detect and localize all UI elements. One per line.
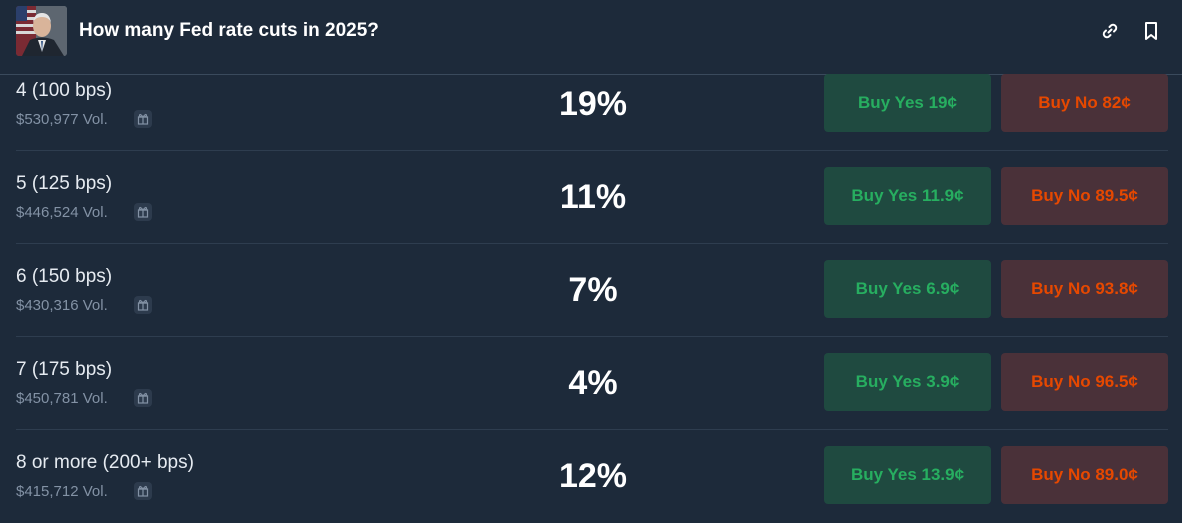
gift-icon[interactable] — [134, 482, 152, 500]
outcome-label: 7 (175 bps) — [16, 359, 113, 380]
buy-no-button[interactable]: Buy No 89.5¢ — [1001, 167, 1168, 225]
buy-yes-button[interactable]: Buy Yes 13.9¢ — [824, 446, 991, 504]
volume-text: $446,524 Vol. — [16, 204, 108, 221]
buy-yes-button[interactable]: Buy Yes 3.9¢ — [824, 353, 991, 411]
volume-text: $450,781 Vol. — [16, 390, 108, 407]
outcome-row: 4 (100 bps) $530,977 Vol. 19% Buy Yes 19… — [16, 58, 1168, 151]
link-icon[interactable] — [1099, 20, 1121, 42]
buy-no-button[interactable]: Buy No 82¢ — [1001, 74, 1168, 132]
probability-percent: 19% — [558, 85, 628, 123]
outcome-row: 5 (125 bps) $446,524 Vol. 11% Buy Yes 11… — [16, 151, 1168, 244]
gift-icon[interactable] — [134, 110, 152, 128]
volume-text: $415,712 Vol. — [16, 483, 108, 500]
buy-yes-button[interactable]: Buy Yes 11.9¢ — [824, 167, 991, 225]
outcome-label: 6 (150 bps) — [16, 266, 113, 287]
outcome-label: 4 (100 bps) — [16, 80, 113, 101]
outcome-row: 7 (175 bps) $450,781 Vol. 4% Buy Yes 3.9… — [16, 337, 1168, 430]
market-title: How many Fed rate cuts in 2025? — [79, 20, 379, 41]
portrait-image — [16, 6, 67, 56]
volume-text: $430,316 Vol. — [16, 297, 108, 314]
gift-icon[interactable] — [134, 296, 152, 314]
volume-text: $530,977 Vol. — [16, 111, 108, 128]
outcome-row: 6 (150 bps) $430,316 Vol. 7% Buy Yes 6.9… — [16, 244, 1168, 337]
buy-yes-button[interactable]: Buy Yes 6.9¢ — [824, 260, 991, 318]
outcome-label: 8 or more (200+ bps) — [16, 452, 194, 473]
outcome-label: 5 (125 bps) — [16, 173, 113, 194]
gift-icon[interactable] — [134, 389, 152, 407]
buy-no-button[interactable]: Buy No 96.5¢ — [1001, 353, 1168, 411]
buy-yes-button[interactable]: Buy Yes 19¢ — [824, 74, 991, 132]
buy-no-button[interactable]: Buy No 93.8¢ — [1001, 260, 1168, 318]
gift-icon[interactable] — [134, 203, 152, 221]
market-avatar — [16, 6, 67, 56]
buy-no-button[interactable]: Buy No 89.0¢ — [1001, 446, 1168, 504]
probability-percent: 7% — [568, 271, 618, 309]
outcome-row: 8 or more (200+ bps) $415,712 Vol. 12% B… — [16, 430, 1168, 523]
probability-percent: 4% — [568, 364, 618, 402]
probability-percent: 12% — [558, 457, 628, 495]
bookmark-icon[interactable] — [1140, 20, 1162, 42]
probability-percent: 11% — [559, 178, 627, 216]
